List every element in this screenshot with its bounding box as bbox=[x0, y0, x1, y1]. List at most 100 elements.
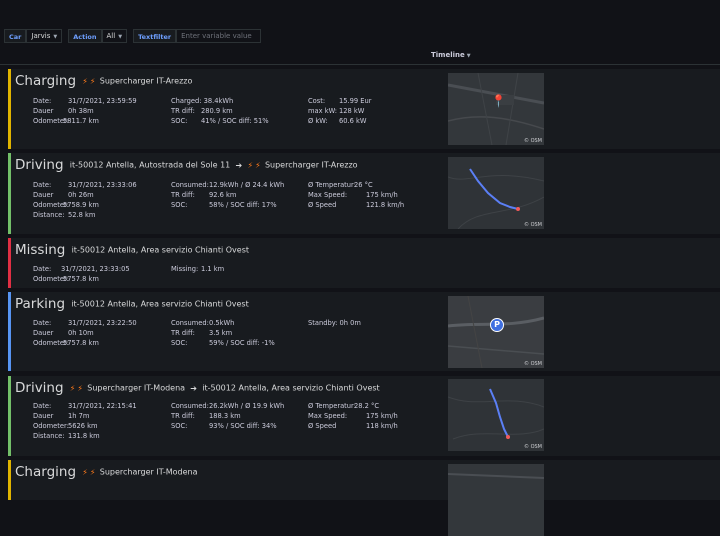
car-filter-label: Car bbox=[4, 29, 27, 43]
max-speed-stat: Max Speed: 175 km/h bbox=[308, 412, 398, 421]
stat-label: Max Speed: bbox=[308, 191, 348, 199]
stat-label: Distance: bbox=[33, 432, 65, 440]
map-tile bbox=[448, 379, 544, 451]
timeline-row-parking[interactable]: Parking it-50012 Antella, Area servizio … bbox=[8, 292, 720, 371]
stat-label: TR diff: bbox=[171, 329, 195, 337]
event-type: Charging bbox=[15, 464, 77, 480]
stat-value: 12.9kWh / Ø 24.4 kWh bbox=[209, 181, 285, 189]
timeline-column-header[interactable]: Timeline ▼ bbox=[431, 51, 471, 59]
soc-stat: SOC: 58% / SOC diff: 17% bbox=[171, 201, 277, 210]
date-stat: Date: 31/7/2021, 23:59:59 bbox=[33, 97, 137, 106]
stat-label: Consumed: bbox=[171, 402, 209, 410]
stat-value: 128 kW bbox=[339, 107, 365, 115]
car-select[interactable]: Jarvis ▼ bbox=[26, 29, 63, 43]
timeline-row-charging[interactable]: Charging ⚡ ⚡ Supercharger IT-Arezzo Date:… bbox=[8, 69, 720, 149]
stat-value: 15.99 Eur bbox=[339, 97, 372, 105]
stat-label: TR diff: bbox=[171, 191, 195, 199]
stat-label: Cost: bbox=[308, 97, 326, 105]
stat-label: TR diff: bbox=[171, 107, 195, 115]
stat-value: 5811.7 km bbox=[63, 117, 99, 125]
consumed-stat: Consumed: 0.5kWh bbox=[171, 319, 234, 328]
timeline-row-driving[interactable]: Driving it-50012 Antella, Autostrada del… bbox=[8, 153, 720, 234]
event-location: Supercharger IT-Modena bbox=[99, 467, 198, 477]
stat-label: Dauer bbox=[33, 329, 54, 337]
dauer-stat: Dauer 0h 10m bbox=[33, 329, 94, 338]
map-tile bbox=[448, 464, 544, 536]
stat-label: SOC: bbox=[171, 117, 188, 125]
textfilter-input[interactable]: Enter variable value bbox=[176, 29, 262, 43]
timeline-row-charging[interactable]: Charging ⚡ ⚡ Supercharger IT-Modena bbox=[8, 460, 720, 536]
stat-label: Ø Speed bbox=[308, 422, 337, 430]
stat-value: 41% / SOC diff: 51% bbox=[201, 117, 269, 125]
stat-label: Dauer bbox=[33, 412, 54, 420]
stat-label: SOC: bbox=[171, 339, 188, 347]
event-stats: Date: 31/7/2021, 23:33:06 Dauer 0h 26m Odo… bbox=[11, 153, 441, 234]
stat-label: SOC: bbox=[171, 422, 188, 430]
stat-label: Consumed: bbox=[171, 181, 209, 189]
stat-label: Consumed: bbox=[171, 319, 209, 327]
action-filter-label: Action bbox=[68, 29, 102, 43]
stat-label: Ø kW: bbox=[308, 117, 328, 125]
stat-value: 93% / SOC diff: 34% bbox=[209, 422, 277, 430]
tr-diff-stat: TR diff: 280.9 km bbox=[171, 107, 233, 116]
stat-label: Dauer bbox=[33, 191, 54, 199]
stat-label: Missing: bbox=[171, 265, 199, 273]
event-map[interactable] bbox=[448, 464, 544, 536]
stat-value: 31/7/2021, 23:22:50 bbox=[68, 319, 137, 327]
map-attribution: © OSM bbox=[523, 444, 542, 450]
stat-value: 52.8 km bbox=[68, 211, 96, 219]
stat-value: 1.1 km bbox=[201, 265, 225, 273]
stat-value: 118 km/h bbox=[366, 422, 398, 430]
stat-value: 0h 38m bbox=[68, 107, 94, 115]
dauer-stat: Dauer 1h 7m bbox=[33, 412, 89, 421]
stat-label: Max Speed: bbox=[308, 412, 348, 420]
stat-value: 175 km/h bbox=[366, 412, 398, 420]
stat-value: 31/7/2021, 23:59:59 bbox=[68, 97, 137, 105]
stat-value: 5758.9 km bbox=[63, 201, 99, 209]
charged-stat: Charged: 38.4kWh bbox=[171, 97, 234, 105]
stat-value: 26.2kWh / Ø 19.9 kWh bbox=[209, 402, 285, 410]
stat-value: 28.2 °C bbox=[354, 402, 380, 410]
odometer-stat: Odometer: 5811.7 km bbox=[33, 117, 99, 126]
chevron-down-icon: ▼ bbox=[53, 34, 58, 40]
stat-value: 58% / SOC diff: 17% bbox=[209, 201, 277, 209]
textfilter-placeholder: Enter variable value bbox=[181, 32, 252, 40]
temperature-stat: Ø Temperatur: 28.2 °C bbox=[308, 402, 379, 411]
textfilter-label: Textfilter bbox=[133, 29, 177, 43]
soc-stat: SOC: 41% / SOC diff: 51% bbox=[171, 117, 269, 126]
map-tile bbox=[448, 296, 544, 368]
cost-stat: Cost: 15.99 Eur bbox=[308, 97, 371, 106]
distance-stat: Distance: 131.8 km bbox=[33, 432, 100, 441]
event-stats: Date: 31/7/2021, 23:59:59 Dauer 0h 38m Odo… bbox=[11, 69, 441, 149]
car-select-value: Jarvis bbox=[31, 32, 51, 40]
stat-value: 59% / SOC diff: -1% bbox=[209, 339, 275, 347]
timeline-row-driving[interactable]: Driving ⚡ ⚡ Supercharger IT-Modena ➔ it-5… bbox=[8, 376, 720, 456]
stat-value: 188.3 km bbox=[209, 412, 241, 420]
tr-diff-stat: TR diff: 188.3 km bbox=[171, 412, 241, 421]
odometer-stat: Odometer: 5757.8 km bbox=[33, 275, 99, 284]
event-stats: Date: 31/7/2021, 23:33:05 Odometer: 5757.8… bbox=[11, 238, 441, 288]
distance-stat: Distance: 52.8 km bbox=[33, 211, 95, 220]
event-map[interactable]: © OSM bbox=[448, 157, 544, 229]
stat-label: Date: bbox=[33, 319, 52, 327]
lightning-icon: ⚡ bbox=[82, 467, 88, 477]
avg-speed-stat: Ø Speed 118 km/h bbox=[308, 422, 398, 431]
stat-value: 31/7/2021, 22:15:41 bbox=[68, 402, 137, 410]
stat-label: Date: bbox=[33, 265, 52, 273]
event-map[interactable]: P © OSM bbox=[448, 296, 544, 368]
soc-stat: SOC: 59% / SOC diff: -1% bbox=[171, 339, 275, 348]
action-select[interactable]: All ▼ bbox=[101, 29, 128, 43]
event-map[interactable]: © OSM bbox=[448, 379, 544, 451]
map-attribution: © OSM bbox=[523, 138, 542, 144]
consumed-stat: Consumed: 12.9kWh / Ø 24.4 kWh bbox=[171, 181, 284, 190]
timeline-row-missing[interactable]: Missing it-50012 Antella, Area servizio … bbox=[8, 238, 720, 288]
lightning-icon: ⚡ bbox=[89, 467, 96, 477]
date-stat: Date: 31/7/2021, 23:33:06 bbox=[33, 181, 137, 190]
stat-label: Ø Speed bbox=[308, 201, 337, 209]
stat-label: Date: bbox=[33, 97, 52, 105]
event-map[interactable]: 📍 © OSM bbox=[448, 73, 544, 145]
stat-value: 5757.8 km bbox=[63, 339, 99, 347]
stat-value: 5757.8 km bbox=[63, 275, 99, 283]
chevron-down-icon: ▼ bbox=[466, 53, 471, 59]
row-title: Charging ⚡ ⚡ Supercharger IT-Modena bbox=[15, 464, 198, 480]
